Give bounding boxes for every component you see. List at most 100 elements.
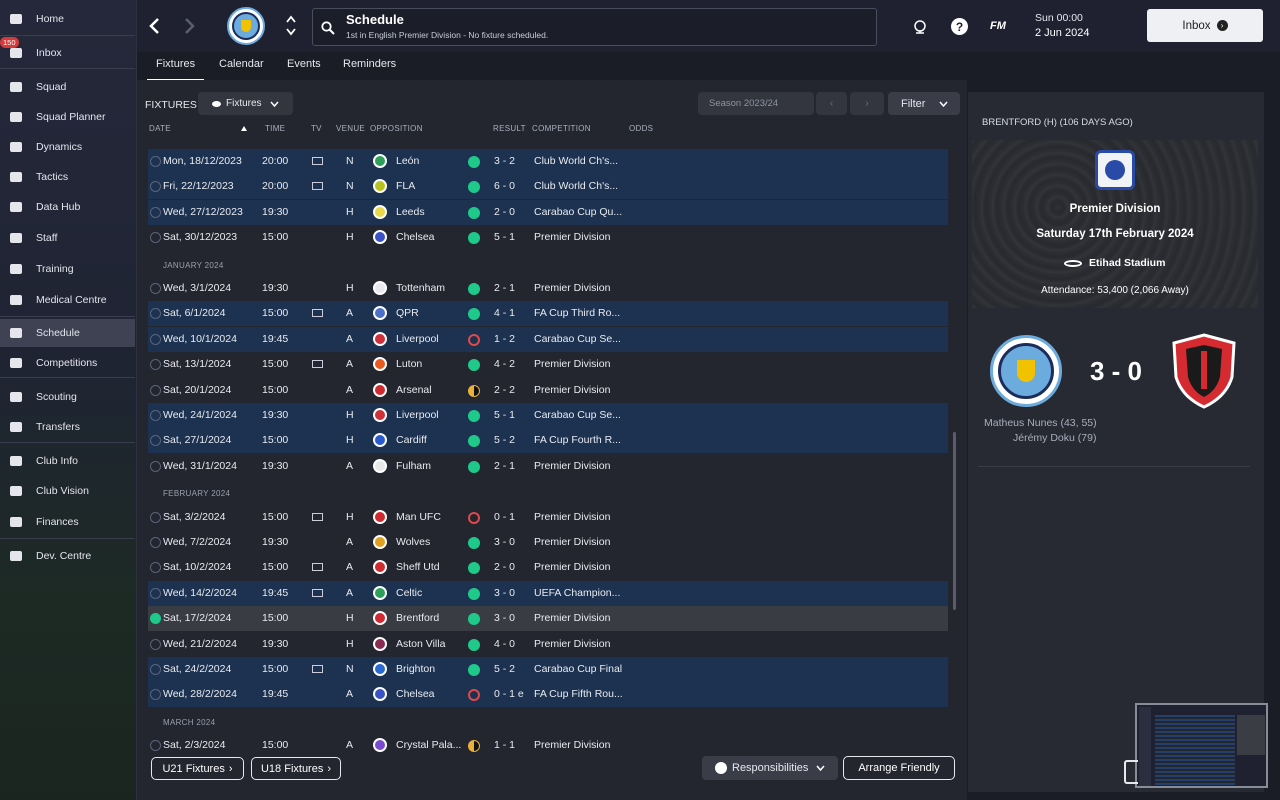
fixture-competition[interactable]: Carabao Cup Final: [534, 663, 622, 675]
opposition-crest-icon[interactable]: [373, 586, 387, 600]
col-venue[interactable]: VENUE: [336, 124, 365, 133]
table-row[interactable]: Fri, 22/12/2023 20:00 N FLA 6 - 0 Club World …: [148, 174, 948, 199]
fixture-competition[interactable]: Premier Division: [534, 638, 610, 650]
table-row[interactable]: Sat, 17/2/2024 15:00 H Brentford 3 - 0 Premie…: [148, 606, 948, 631]
sidebar-item-data-hub[interactable]: Data Hub: [0, 193, 135, 221]
opposition-crest-icon[interactable]: [373, 611, 387, 625]
table-row[interactable]: Sat, 24/2/2024 15:00 N Brighton 5 - 2 Carabao…: [148, 657, 948, 682]
club-crest[interactable]: [227, 7, 265, 45]
world-icon[interactable]: [912, 19, 928, 35]
table-row[interactable]: Wed, 24/1/2024 19:30 H Liverpool 5 - 1 Caraba…: [148, 403, 948, 428]
fixture-opposition[interactable]: Brighton: [396, 663, 435, 675]
table-row[interactable]: Wed, 21/2/2024 19:30 H Aston Villa 4 - 0 Prem…: [148, 632, 948, 657]
sidebar-item-dynamics[interactable]: Dynamics: [0, 133, 135, 161]
sidebar-item-staff[interactable]: Staff: [0, 224, 135, 252]
scrollbar[interactable]: [953, 432, 956, 610]
opposition-crest-icon[interactable]: [373, 306, 387, 320]
sidebar-item-schedule[interactable]: Schedule: [0, 319, 135, 347]
chevron-up-icon[interactable]: [286, 15, 296, 23]
opposition-crest-icon[interactable]: [373, 459, 387, 473]
fixture-opposition[interactable]: Crystal Pala...: [396, 739, 461, 751]
table-row[interactable]: Wed, 7/2/2024 19:30 A Wolves 3 - 0 Premier Di…: [148, 530, 948, 555]
sidebar-item-finances[interactable]: Finances: [0, 508, 135, 536]
fixture-opposition[interactable]: Wolves: [396, 536, 430, 548]
tab-reminders[interactable]: Reminders: [343, 58, 396, 70]
fixture-opposition[interactable]: Liverpool: [396, 409, 439, 421]
table-row[interactable]: Sat, 6/1/2024 15:00 A QPR 4 - 1 FA Cup Third …: [148, 301, 948, 326]
arrange-friendly-button[interactable]: Arrange Friendly: [843, 756, 955, 780]
fixture-opposition[interactable]: Leeds: [396, 206, 425, 218]
sidebar-item-squad[interactable]: Squad: [0, 73, 135, 101]
fixture-opposition[interactable]: Luton: [396, 358, 422, 370]
help-icon[interactable]: ?: [951, 18, 968, 35]
table-row[interactable]: Wed, 10/1/2024 19:45 A Liverpool 1 - 2 Caraba…: [148, 327, 948, 352]
forward-arrow-icon[interactable]: [183, 17, 197, 35]
responsibilities-button[interactable]: Responsibilities: [702, 756, 838, 780]
fixture-opposition[interactable]: León: [396, 155, 419, 167]
fixture-competition[interactable]: Carabao Cup Se...: [534, 409, 621, 421]
fixture-competition[interactable]: Premier Division: [534, 511, 610, 523]
col-date[interactable]: DATE: [149, 124, 171, 133]
opposition-crest-icon[interactable]: [373, 637, 387, 651]
tab-fixtures[interactable]: Fixtures: [146, 58, 205, 81]
fixture-opposition[interactable]: Chelsea: [396, 688, 435, 700]
opposition-crest-icon[interactable]: [373, 535, 387, 549]
col-time[interactable]: TIME: [265, 124, 285, 133]
opposition-crest-icon[interactable]: [373, 687, 387, 701]
next-season-button[interactable]: ›: [850, 92, 884, 115]
table-row[interactable]: Wed, 3/1/2024 19:30 H Tottenham 2 - 1 Premier…: [148, 276, 948, 301]
fixture-opposition[interactable]: Fulham: [396, 460, 431, 472]
col-opposition[interactable]: OPPOSITION: [370, 124, 423, 133]
fixture-competition[interactable]: Carabao Cup Qu...: [534, 206, 622, 218]
sidebar-item-scouting[interactable]: Scouting: [0, 383, 135, 411]
opposition-crest-icon[interactable]: [373, 560, 387, 574]
fixture-opposition[interactable]: Liverpool: [396, 333, 439, 345]
fixture-competition[interactable]: Premier Division: [534, 358, 610, 370]
fixture-opposition[interactable]: Sheff Utd: [396, 561, 440, 573]
fixture-competition[interactable]: Premier Division: [534, 739, 610, 751]
sidebar-item-squad-planner[interactable]: Squad Planner: [0, 103, 135, 131]
opposition-crest-icon[interactable]: [373, 332, 387, 346]
fixture-opposition[interactable]: FLA: [396, 180, 415, 192]
fixture-competition[interactable]: Club World Ch's...: [534, 180, 618, 192]
opposition-crest-icon[interactable]: [373, 205, 387, 219]
fixture-opposition[interactable]: Arsenal: [396, 384, 432, 396]
fixture-competition[interactable]: Premier Division: [534, 231, 610, 243]
prev-season-button[interactable]: ‹: [816, 92, 847, 115]
season-selector[interactable]: Season 2023/24: [698, 92, 814, 115]
fixture-competition[interactable]: FA Cup Third Ro...: [534, 307, 620, 319]
sidebar-item-training[interactable]: Training: [0, 255, 135, 283]
opposition-crest-icon[interactable]: [373, 662, 387, 676]
fixture-competition[interactable]: Premier Division: [534, 561, 610, 573]
fixture-opposition[interactable]: Aston Villa: [396, 638, 445, 650]
fixture-competition[interactable]: Club World Ch's...: [534, 155, 618, 167]
table-row[interactable]: Wed, 27/12/2023 19:30 H Leeds 2 - 0 Carabao C…: [148, 200, 948, 225]
opposition-crest-icon[interactable]: [373, 154, 387, 168]
sidebar-item-home[interactable]: Home: [0, 5, 135, 33]
sidebar-item-transfers[interactable]: Transfers: [0, 413, 135, 441]
table-row[interactable]: Sat, 10/2/2024 15:00 A Sheff Utd 2 - 0 Premie…: [148, 555, 948, 580]
sidebar-item-club-info[interactable]: Club Info: [0, 447, 135, 475]
fixture-competition[interactable]: FA Cup Fourth R...: [534, 434, 621, 446]
fm-logo[interactable]: FM: [990, 20, 1006, 32]
col-competition[interactable]: COMPETITION: [532, 124, 591, 133]
opposition-crest-icon[interactable]: [373, 383, 387, 397]
u21-fixtures-button[interactable]: U21 Fixtures ›: [151, 757, 244, 780]
fixture-competition[interactable]: UEFA Champion...: [534, 587, 620, 599]
fixture-competition[interactable]: Premier Division: [534, 384, 610, 396]
fixture-opposition[interactable]: Celtic: [396, 587, 422, 599]
opposition-crest-icon[interactable]: [373, 357, 387, 371]
chevron-down-icon[interactable]: [286, 28, 296, 36]
fixture-competition[interactable]: Premier Division: [534, 612, 610, 624]
fixture-opposition[interactable]: QPR: [396, 307, 419, 319]
table-row[interactable]: Wed, 31/1/2024 19:30 A Fulham 2 - 1 Premier D…: [148, 454, 948, 479]
fixture-opposition[interactable]: Man UFC: [396, 511, 441, 523]
table-row[interactable]: Sat, 30/12/2023 15:00 H Chelsea 5 - 1 Premier…: [148, 225, 948, 250]
fixture-competition[interactable]: Premier Division: [534, 282, 610, 294]
tab-calendar[interactable]: Calendar: [219, 58, 264, 70]
col-result[interactable]: RESULT: [493, 124, 526, 133]
table-row[interactable]: Sat, 2/3/2024 15:00 A Crystal Pala... 1 - 1 P…: [148, 733, 948, 758]
fixture-competition[interactable]: Premier Division: [534, 536, 610, 548]
opposition-crest-icon[interactable]: [373, 230, 387, 244]
opposition-crest-icon[interactable]: [373, 433, 387, 447]
